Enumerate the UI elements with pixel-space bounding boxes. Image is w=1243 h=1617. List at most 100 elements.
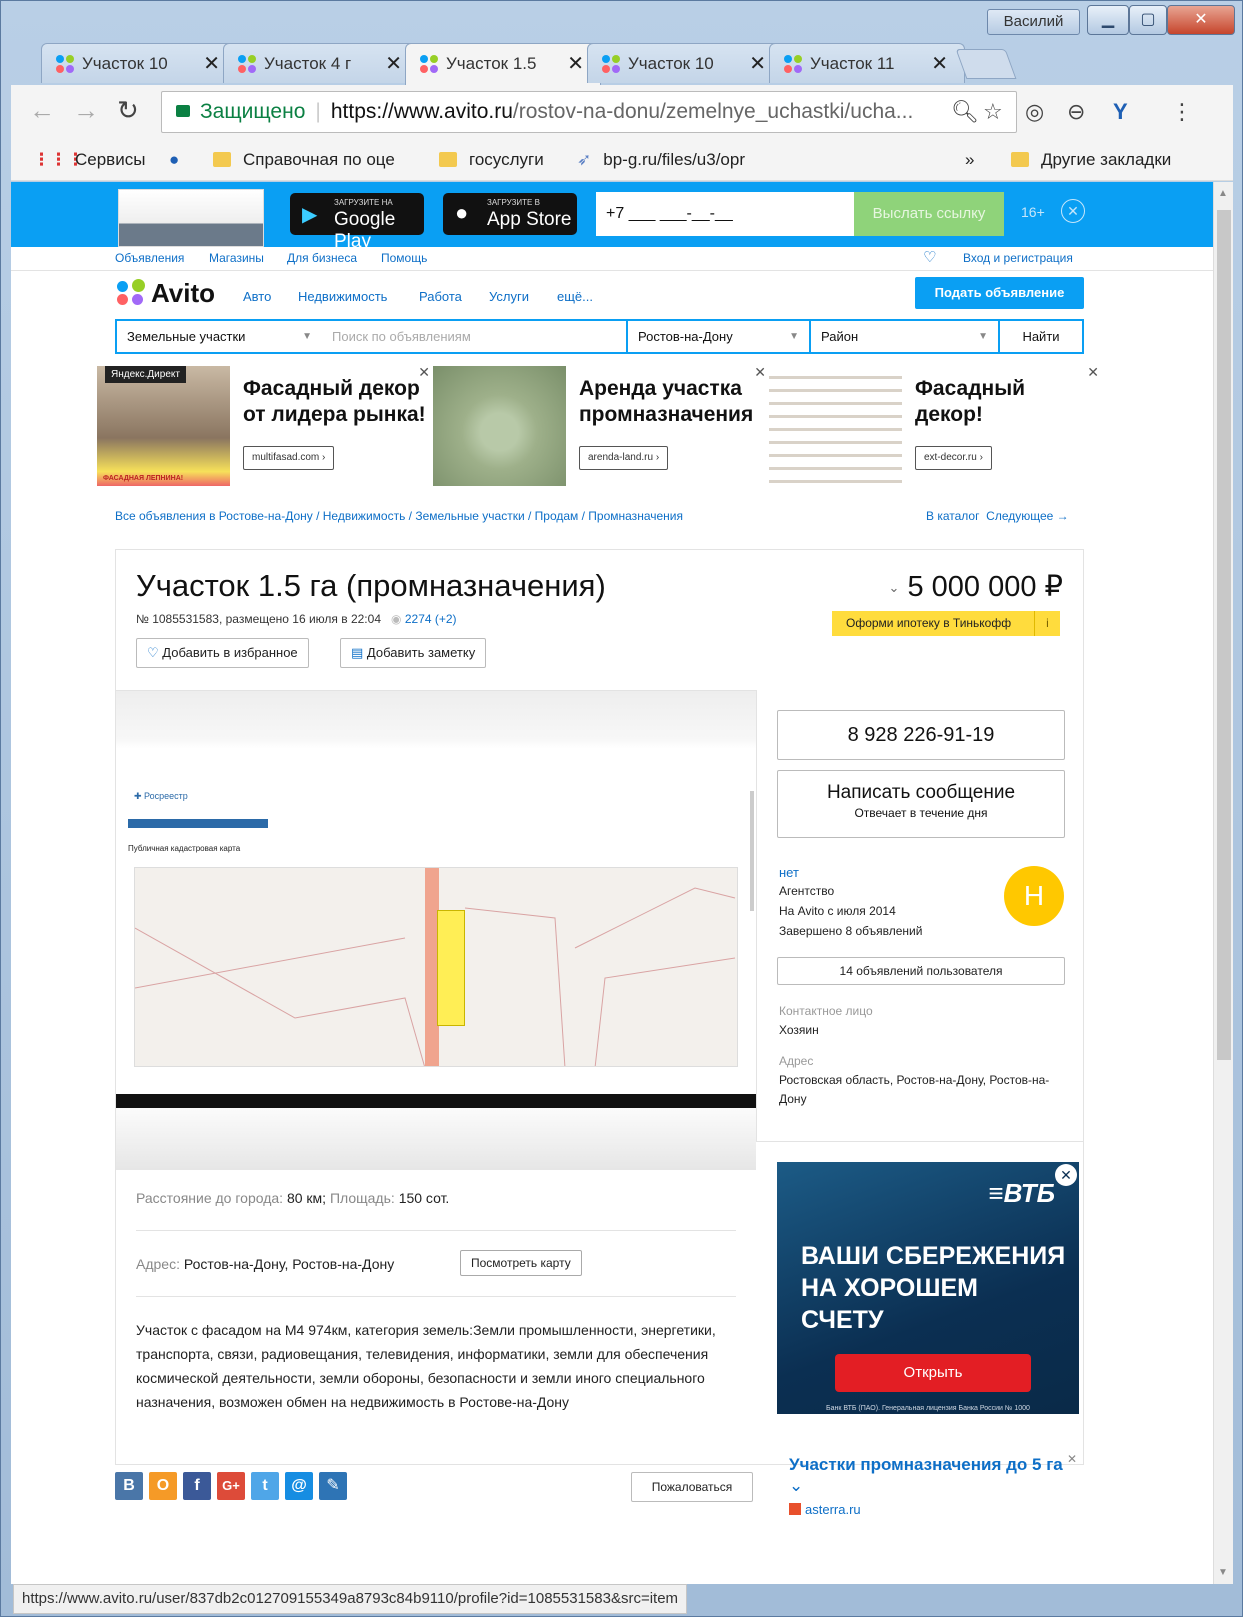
zoom-icon[interactable]: 🔍︎	[951, 99, 979, 125]
scroll-up-icon[interactable]: ▲	[1218, 188, 1228, 199]
google-plus-icon[interactable]: G+	[217, 1472, 245, 1500]
city-select[interactable]: Ростов-на-Дону ▼	[628, 321, 811, 352]
nav-help[interactable]: Помощь	[381, 251, 427, 265]
folder-icon	[1011, 152, 1029, 167]
ad-3[interactable]: Фасадный декор! ext-decor.ru › ✕	[769, 364, 1103, 486]
report-button[interactable]: Пожаловаться	[631, 1472, 753, 1502]
category-services[interactable]: Услуги	[489, 289, 529, 304]
search-input[interactable]: Поиск по объявлениям	[322, 321, 628, 352]
ad-title: Фасадный декор!	[915, 377, 1026, 426]
category-jobs[interactable]: Работа	[419, 289, 462, 304]
new-tab-button[interactable]	[955, 49, 1017, 79]
info-icon[interactable]: i	[1034, 611, 1060, 636]
minimize-button[interactable]: ▁	[1087, 5, 1129, 35]
bookmark-folder-1[interactable]: Справочная по оце	[213, 150, 395, 170]
add-favorite-button[interactable]: ♡ Добавить в избранное	[136, 638, 309, 668]
breadcrumb[interactable]: Все объявления в Ростове-на-Дону / Недви…	[115, 509, 683, 523]
tab-close-icon[interactable]: ✕	[203, 44, 220, 83]
extension-icon[interactable]: ◎	[1025, 99, 1044, 125]
show-map-button[interactable]: Посмотреть карту	[460, 1250, 582, 1276]
bookmark-bp-g[interactable]: ➶ bp-g.ru/files/u3/opr	[577, 150, 745, 170]
seller-name[interactable]: нет	[779, 865, 799, 880]
avatar[interactable]: Н	[1004, 866, 1064, 926]
phone-input[interactable]: +7 ___ ___-__-__	[596, 192, 854, 236]
vtb-banner-ad[interactable]: ≡ВТБ ✕ ВАШИ СБЕРЕЖЕНИЯ НА ХОРОШЕМ СЧЕТУ От…	[777, 1162, 1079, 1414]
category-auto[interactable]: Авто	[243, 289, 271, 304]
forward-arrow-icon[interactable]: →	[73, 95, 99, 126]
extension-icon-2[interactable]: ⊖	[1067, 99, 1085, 125]
odnoklassniki-icon[interactable]: О	[149, 1472, 177, 1500]
category-realty[interactable]: Недвижимость	[298, 289, 387, 304]
maximize-button[interactable]: ▢	[1129, 5, 1167, 35]
views-count[interactable]: 2274 (+2)	[405, 612, 457, 626]
ad-link[interactable]: multifasad.com ›	[243, 446, 335, 470]
send-link-button[interactable]: Выслать ссылку	[854, 192, 1004, 236]
avito-logo[interactable]: Avito	[117, 278, 215, 309]
ad-close-icon[interactable]: ✕	[1087, 364, 1099, 381]
tab-close-icon[interactable]: ✕	[931, 44, 948, 83]
ad-link[interactable]: arenda-land.ru ›	[579, 446, 669, 470]
livejournal-icon[interactable]: ✎	[319, 1472, 347, 1500]
other-bookmarks[interactable]: Другие закладки	[1011, 150, 1171, 170]
photo-gallery[interactable]: ✚ Росреестр Публичная кадастровая карта	[116, 690, 756, 1170]
scroll-down-icon[interactable]: ▼	[1218, 1567, 1228, 1578]
category-select[interactable]: Земельные участки ▼	[117, 321, 322, 352]
category-more[interactable]: ещё...	[557, 289, 593, 304]
vk-icon[interactable]: В	[115, 1472, 143, 1500]
tab-1[interactable]: Участок 10 ✕	[41, 43, 237, 83]
ad-link[interactable]: ext-decor.ru ›	[915, 446, 992, 470]
bookmarks-overflow[interactable]: »	[965, 150, 974, 170]
side-ad-title[interactable]: Участки промназначения до 5 га ⌄	[789, 1454, 1065, 1496]
ad-close-icon[interactable]: ✕	[418, 364, 430, 381]
tab-5[interactable]: Участок 11 ✕	[769, 43, 965, 83]
reload-icon[interactable]: ↻	[117, 95, 139, 126]
next-link[interactable]: Следующее →	[986, 509, 1069, 523]
catalog-link[interactable]: В каталог	[926, 509, 979, 523]
side-ad-link[interactable]: asterra.ru	[789, 1502, 861, 1517]
post-ad-button[interactable]: Подать объявление	[915, 277, 1084, 309]
tab-4[interactable]: Участок 10 ✕	[587, 43, 783, 83]
favorites-heart-icon[interactable]: ♡	[923, 248, 936, 266]
add-note-button[interactable]: ▤ Добавить заметку	[340, 638, 487, 668]
back-arrow-icon[interactable]: ←	[29, 95, 55, 126]
address-bar[interactable]: Защищено | https://www.avito.ru/rostov-na-…	[161, 91, 1017, 133]
bookmark-star-icon[interactable]: ☆	[983, 99, 1003, 125]
close-window-button[interactable]: ✕	[1167, 5, 1235, 35]
write-message-button[interactable]: Написать сообщение Отвечает в течение дня	[777, 770, 1065, 838]
bookmark-folder-2[interactable]: госуслуги	[439, 150, 544, 170]
phone-button[interactable]: 8 928 226-91-19	[777, 710, 1065, 760]
profile-button[interactable]: Василий	[987, 9, 1080, 35]
user-ads-button[interactable]: 14 объявлений пользователя	[777, 957, 1065, 985]
tab-2[interactable]: Участок 4 г ✕	[223, 43, 419, 83]
ad-2[interactable]: Аренда участка промназначения arenda-land…	[433, 364, 770, 486]
banner-close-icon[interactable]: ✕	[1061, 199, 1085, 223]
menu-icon[interactable]: ⋮	[1171, 99, 1193, 125]
tab-close-icon[interactable]: ✕	[385, 44, 402, 83]
page-scrollbar[interactable]: ▲ ▼	[1213, 182, 1233, 1584]
tab-close-icon[interactable]: ✕	[567, 44, 584, 84]
login-link[interactable]: Вход и регистрация	[963, 251, 1073, 265]
ad-close-icon[interactable]: ✕	[1055, 1164, 1077, 1186]
ad-close-icon[interactable]: ✕	[1067, 1452, 1077, 1466]
facebook-icon[interactable]: f	[183, 1472, 211, 1500]
nav-business[interactable]: Для бизнеса	[287, 251, 357, 265]
nav-ads[interactable]: Объявления	[115, 251, 184, 265]
chevron-down-icon[interactable]: ⌄	[889, 580, 900, 595]
nav-shops[interactable]: Магазины	[209, 251, 264, 265]
ad-1[interactable]: Яндекс.Директ ФАСАДНАЯ ЛЕПНИНА! Фасадный…	[97, 364, 434, 486]
search-button[interactable]: Найти	[1000, 321, 1082, 352]
app-store-button[interactable]: ● Загрузите в App Store	[443, 193, 577, 235]
twitter-icon[interactable]: t	[251, 1472, 279, 1500]
mortgage-button[interactable]: Оформи ипотеку в Тинькофф i	[832, 611, 1060, 636]
district-select[interactable]: Район ▼	[811, 321, 1000, 352]
tab-3-active[interactable]: Участок 1.5 ✕	[405, 43, 601, 85]
feather-icon: ➶	[577, 150, 592, 169]
extension-icon-3[interactable]: Y	[1113, 99, 1128, 125]
tab-close-icon[interactable]: ✕	[749, 44, 766, 83]
bookmark-services[interactable]: Сервисы	[75, 150, 145, 170]
mailru-icon[interactable]: @	[285, 1472, 313, 1500]
google-play-button[interactable]: ▶ ЗАГРУЗИТЕ НА Google Play	[290, 193, 424, 252]
vtb-open-button[interactable]: Открыть	[835, 1354, 1031, 1392]
ad-close-icon[interactable]: ✕	[754, 364, 766, 381]
scroll-thumb[interactable]	[1217, 210, 1231, 1060]
